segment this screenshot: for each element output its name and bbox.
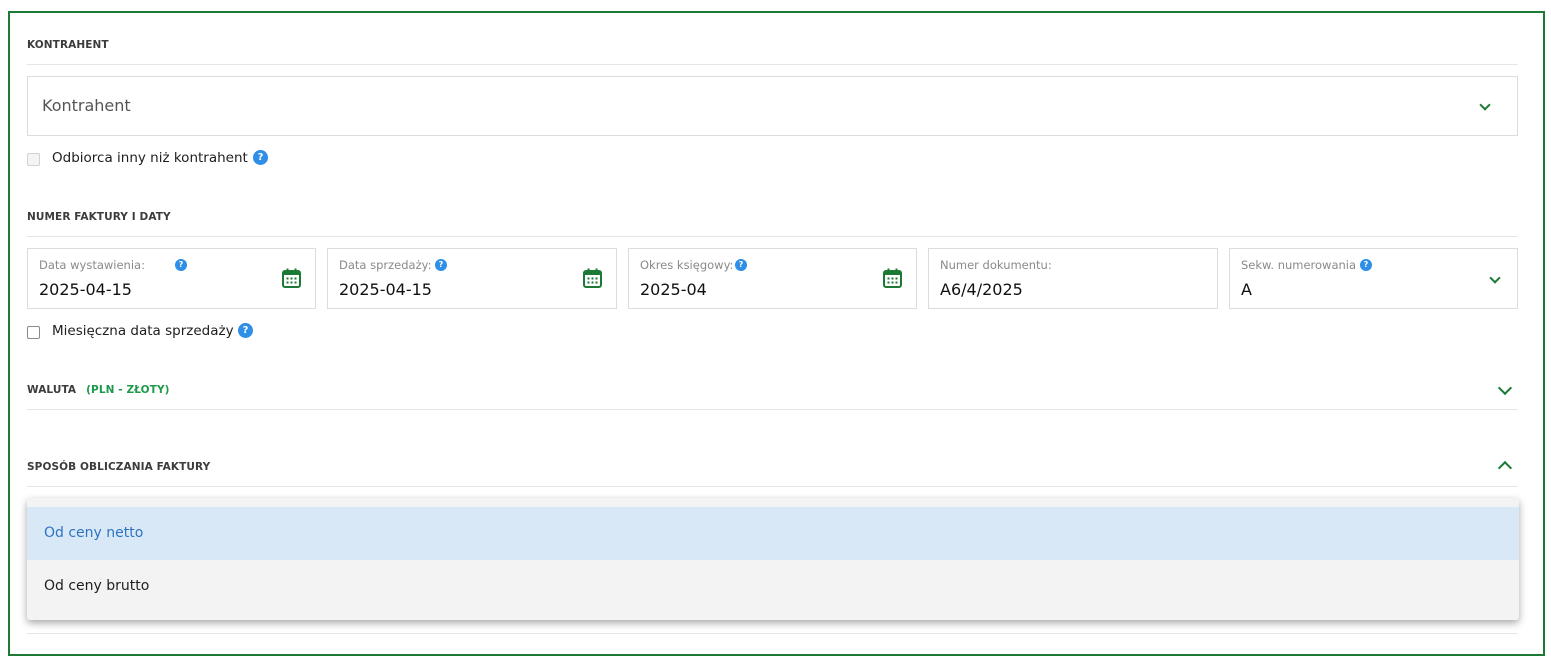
calc-dropdown-list: Od ceny netto Od ceny brutto bbox=[27, 498, 1519, 620]
help-icon[interactable]: ? bbox=[1360, 259, 1372, 271]
help-icon[interactable]: ? bbox=[435, 259, 447, 271]
section-title-numbers: NUMER FAKTURY I DATY bbox=[27, 211, 171, 223]
option-brutto[interactable]: Od ceny brutto bbox=[27, 560, 1519, 613]
okres-ksiegowy-field[interactable]: Okres księgowy: ? 2025-04 bbox=[628, 248, 917, 309]
sekw-numerowania-select[interactable]: Sekw. numerowania ? A bbox=[1229, 248, 1518, 309]
numer-dokumentu-field[interactable]: Numer dokumentu: A6/4/2025 bbox=[928, 248, 1218, 309]
divider bbox=[27, 409, 1518, 410]
field-label: Sekw. numerowania bbox=[1241, 258, 1357, 272]
calendar-icon[interactable] bbox=[883, 268, 902, 288]
chevron-down-icon bbox=[1479, 99, 1491, 111]
divider bbox=[27, 633, 1518, 634]
option-netto[interactable]: Od ceny netto bbox=[27, 507, 1519, 560]
help-icon[interactable]: ? bbox=[253, 150, 268, 165]
field-label: Numer dokumentu: bbox=[940, 258, 1052, 272]
kontrahent-select[interactable]: Kontrahent bbox=[27, 76, 1518, 136]
section-waluta[interactable]: WALUTA (PLN - ZŁOTY) bbox=[27, 384, 170, 396]
section-title-calc: SPOSÓB OBLICZANIA FAKTURY bbox=[27, 461, 211, 473]
data-wystawienia-field[interactable]: Data wystawienia: ? 2025-04-15 bbox=[27, 248, 316, 309]
waluta-value: (PLN - ZŁOTY) bbox=[86, 384, 170, 396]
field-value: A6/4/2025 bbox=[940, 280, 1023, 299]
calendar-icon[interactable] bbox=[583, 268, 602, 288]
chevron-down-icon bbox=[1489, 272, 1501, 284]
field-value: 2025-04 bbox=[640, 280, 707, 299]
divider bbox=[27, 236, 1518, 237]
odbiorca-label: Odbiorca inny niż kontrahent bbox=[52, 150, 248, 166]
calendar-icon[interactable] bbox=[282, 268, 301, 288]
data-sprzedazy-field[interactable]: Data sprzedaży: ? 2025-04-15 bbox=[327, 248, 617, 309]
waluta-title: WALUTA bbox=[27, 384, 77, 396]
field-label: Data sprzedaży: bbox=[339, 258, 432, 272]
help-icon[interactable]: ? bbox=[175, 259, 187, 271]
odbiorca-checkbox[interactable] bbox=[27, 153, 40, 166]
kontrahent-placeholder: Kontrahent bbox=[42, 96, 131, 115]
help-icon[interactable]: ? bbox=[238, 323, 253, 338]
help-icon[interactable]: ? bbox=[735, 259, 747, 271]
divider bbox=[27, 64, 1518, 65]
field-value: 2025-04-15 bbox=[339, 280, 432, 299]
monthly-date-label: Miesięczna data sprzedaży bbox=[52, 323, 234, 339]
section-title-kontrahent: KONTRAHENT bbox=[27, 39, 109, 51]
monthly-date-checkbox[interactable] bbox=[27, 326, 40, 339]
field-value: A bbox=[1241, 280, 1252, 299]
divider bbox=[27, 486, 1518, 487]
field-value: 2025-04-15 bbox=[39, 280, 132, 299]
field-label: Data wystawienia: bbox=[39, 258, 145, 272]
field-label: Okres księgowy: bbox=[640, 258, 734, 272]
